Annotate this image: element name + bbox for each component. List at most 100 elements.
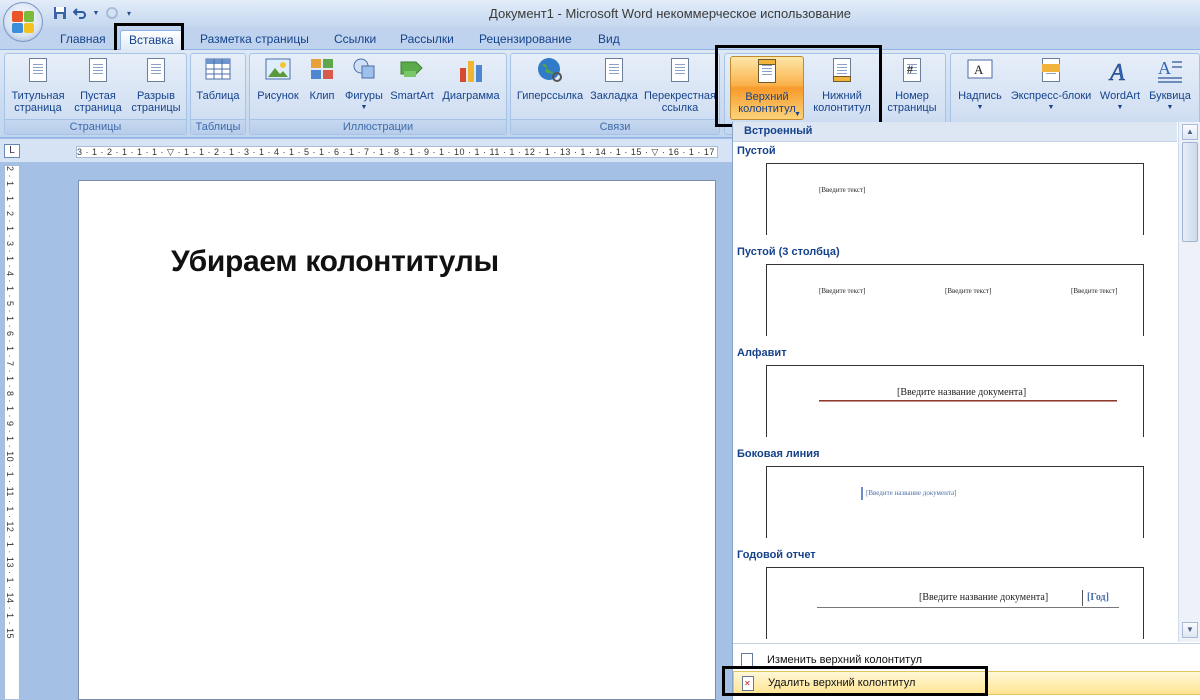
gallery-item-title-blank: Пустой (737, 145, 776, 157)
vertical-ruler[interactable]: 2 · 1 · 1 · 2 · 1 · 3 · 1 · 4 · 1 · 5 · … (4, 165, 20, 700)
remove-header-icon: ✕ (742, 676, 754, 691)
gallery-item-sideline[interactable]: [Введите название документа] (766, 466, 1144, 538)
header-icon (752, 57, 782, 89)
cross-reference-label-2: ссылка (661, 102, 699, 114)
picture-label: Рисунок (257, 90, 299, 102)
title-page-button[interactable]: Титульная страница (7, 56, 69, 120)
remove-header-menu-item[interactable]: ✕ Удалить верхний колонтитул (733, 671, 1200, 695)
gallery-item-title-annual-report: Годовой отчет (737, 549, 816, 561)
blank-page-button[interactable]: Пустая страница (69, 56, 127, 120)
dropcap-icon: A (1155, 56, 1185, 88)
scroll-up-icon[interactable]: ▲ (1182, 124, 1198, 140)
tab-selector[interactable]: L (4, 144, 20, 158)
textbox-icon: A (965, 56, 995, 88)
table-button[interactable]: Таблица (193, 56, 243, 120)
tab-home[interactable]: Главная (52, 30, 114, 50)
picture-icon (263, 56, 293, 88)
group-illustrations: Рисунок Клип Фигуры ▼ SmartArt Диаграмма… (249, 53, 507, 135)
clipart-icon (307, 56, 337, 88)
office-button[interactable] (3, 2, 43, 42)
vertical-ruler-ticks: 2 · 1 · 1 · 2 · 1 · 3 · 1 · 4 · 1 · 5 · … (5, 166, 15, 639)
placeholder-text-right: [Введите текст] (1071, 287, 1118, 295)
gallery-item-blank[interactable]: [Введите текст] (766, 163, 1144, 235)
alphabet-rule-line (819, 400, 1117, 402)
placeholder-year: [Год] (1087, 592, 1109, 603)
wordart-icon: A (1105, 56, 1135, 88)
footer-button[interactable]: Нижний колонтитул (807, 56, 877, 120)
dropcap-button[interactable]: A Буквица ▼ (1145, 56, 1195, 120)
page-heading[interactable]: Убираем колонтитулы (171, 245, 499, 279)
tab-view[interactable]: Вид (590, 30, 628, 50)
sideline-bar (861, 487, 863, 500)
gallery-item-title-sideline: Боковая линия (737, 448, 820, 460)
cross-reference-icon (665, 56, 695, 88)
tab-references[interactable]: Ссылки (326, 30, 384, 50)
gallery-item-blank-3col[interactable]: [Введите текст] [Введите текст] [Введите… (766, 264, 1144, 336)
annual-divider (1082, 590, 1083, 606)
blank-page-label: Пустая страница (74, 90, 122, 114)
hyperlink-label: Гиперссылка (516, 90, 584, 102)
bookmark-icon (599, 56, 629, 88)
shapes-label: Фигуры (345, 90, 383, 102)
page-break-button[interactable]: Разрыв страницы (127, 56, 185, 120)
placeholder-text: [Введите текст] (819, 186, 866, 194)
wordart-button[interactable]: A WordArt ▼ (1095, 56, 1145, 120)
svg-text:A: A (1158, 58, 1171, 78)
header-button[interactable]: Верхний колонтитул (730, 56, 804, 120)
gallery-item-title-alphabet: Алфавит (737, 347, 787, 359)
textbox-label: Надпись (958, 90, 1002, 102)
smartart-icon (397, 56, 427, 88)
gallery-section-header: Встроенный (733, 122, 1177, 142)
quickparts-button[interactable]: Экспресс-блоки ▼ (1007, 56, 1095, 120)
tab-mailings[interactable]: Рассылки (392, 30, 462, 50)
quickparts-icon (1036, 56, 1066, 88)
bookmark-label: Закладка (590, 90, 638, 102)
group-pages-label: Страницы (5, 119, 186, 134)
tab-review[interactable]: Рецензирование (471, 30, 580, 50)
window-title: Документ1 - Microsoft Word некоммерческо… (489, 6, 851, 21)
cross-reference-button[interactable]: Перекрестная ссылка (641, 56, 719, 120)
chart-button[interactable]: Диаграмма (438, 56, 504, 120)
header-label-2: колонтитул (738, 103, 796, 115)
dropcap-dropdown-icon: ▼ (1166, 104, 1174, 111)
horizontal-ruler[interactable]: 3 · 1 · 2 · 1 · 1 · 1 · ▽ · 1 · 1 · 2 · … (76, 146, 718, 158)
page-number-icon: # (897, 56, 927, 88)
svg-text:A: A (1108, 60, 1125, 84)
shapes-button[interactable]: Фигуры ▼ (342, 56, 386, 120)
office-logo-icon (12, 11, 34, 33)
shapes-dropdown-icon: ▼ (360, 104, 368, 111)
edit-header-icon (741, 653, 753, 668)
scroll-down-icon[interactable]: ▼ (1182, 622, 1198, 638)
picture-button[interactable]: Рисунок (254, 56, 302, 120)
gallery-scrollbar[interactable]: ▲ ▼ (1178, 122, 1200, 642)
page-break-icon (141, 56, 171, 88)
wordart-label: WordArt (1099, 90, 1141, 102)
group-links: Гиперссылка Закладка Перекрестная ссылка… (510, 53, 720, 135)
quickparts-dropdown-icon: ▼ (1047, 104, 1055, 111)
group-tables-label: Таблицы (191, 119, 245, 134)
scroll-thumb[interactable] (1182, 142, 1198, 242)
smartart-button[interactable]: SmartArt (388, 56, 436, 120)
placeholder-doc-title-sideline: [Введите название документа] (866, 489, 957, 497)
placeholder-doc-title: [Введите название документа] (897, 387, 1027, 398)
table-icon (203, 56, 233, 88)
page-number-button[interactable]: # Номер страницы (879, 56, 945, 120)
gallery-item-annual-report[interactable]: [Введите название документа] [Год] (766, 567, 1144, 639)
blank-page-icon (83, 56, 113, 88)
group-pages: Титульная страница Пустая страница Разры… (4, 53, 187, 135)
tab-page-layout[interactable]: Разметка страницы (192, 30, 317, 50)
bookmark-button[interactable]: Закладка (587, 56, 641, 120)
placeholder-doc-title-annual: [Введите название документа] (919, 592, 1049, 603)
edit-header-menu-item[interactable]: Изменить верхний колонтитул (733, 649, 1200, 673)
clip-button[interactable]: Клип (304, 56, 340, 120)
group-illustrations-label: Иллюстрации (250, 119, 506, 134)
gallery-item-alphabet[interactable]: [Введите название документа] (766, 365, 1144, 437)
tab-insert[interactable]: Вставка (120, 30, 183, 50)
document-page[interactable]: Убираем колонтитулы (78, 180, 716, 700)
placeholder-text-center: [Введите текст] (945, 287, 992, 295)
hyperlink-button[interactable]: Гиперссылка (515, 56, 585, 120)
remove-header-label: Удалить верхний колонтитул (768, 677, 916, 689)
smartart-label: SmartArt (390, 90, 434, 102)
annual-rule-line (817, 607, 1119, 608)
textbox-button[interactable]: A Надпись ▼ (955, 56, 1005, 120)
